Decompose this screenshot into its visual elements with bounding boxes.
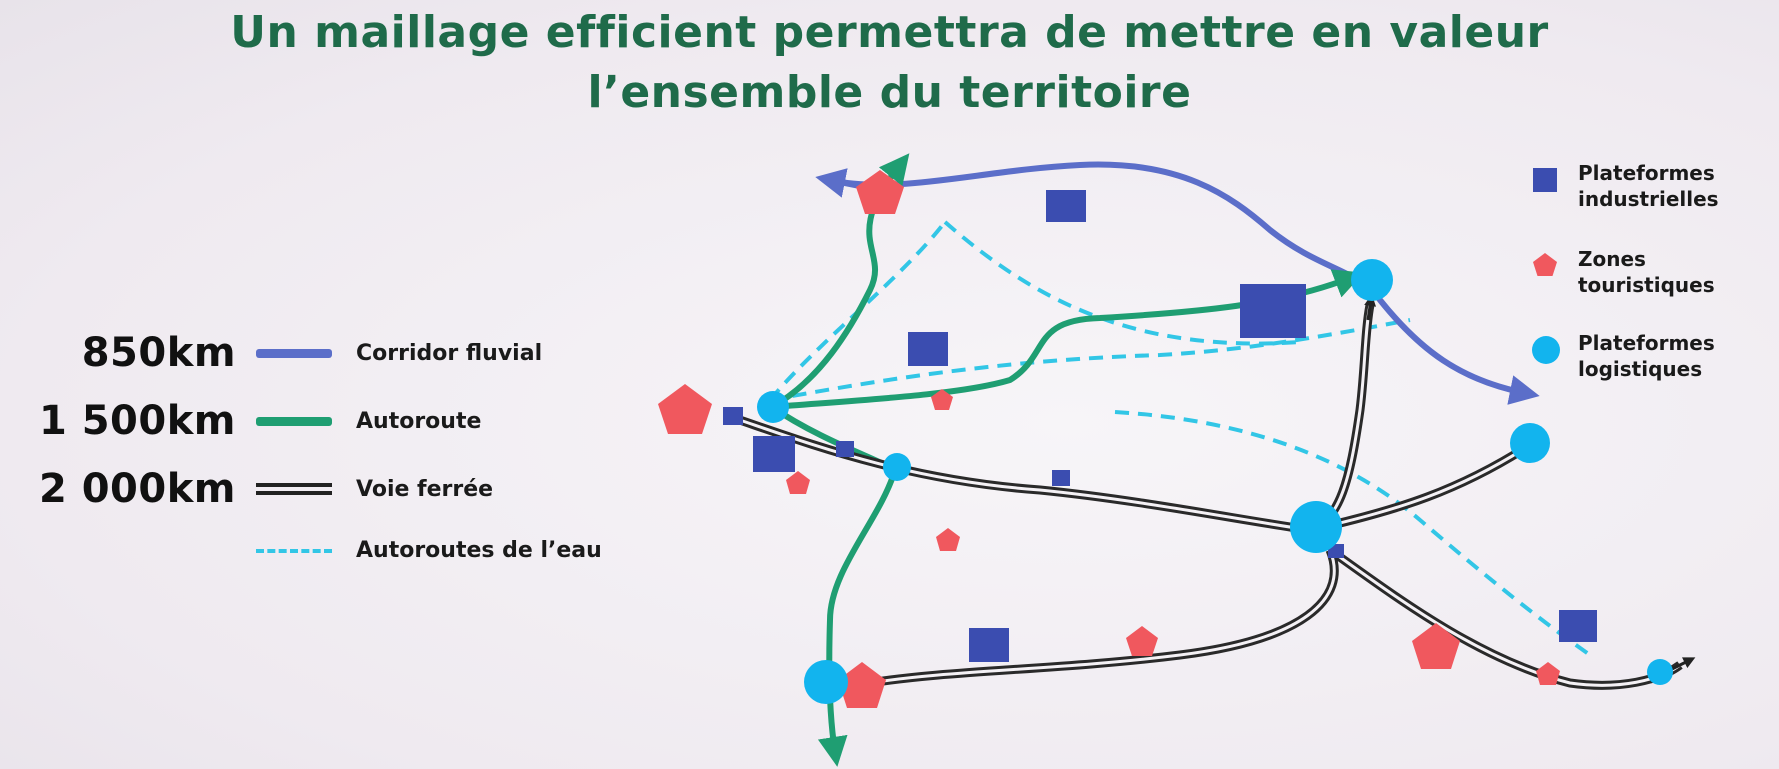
industrial-square	[753, 436, 795, 472]
logistics-circle	[1290, 501, 1342, 553]
industrial-square	[836, 441, 854, 457]
logistics-circle	[757, 391, 789, 423]
industrial-square	[1046, 190, 1086, 222]
logistics-circle	[1647, 659, 1673, 685]
industrial-square	[723, 407, 743, 425]
tourist-pentagon	[786, 471, 810, 494]
network-map	[658, 153, 1696, 767]
industrial-square	[1052, 470, 1070, 486]
logistics-circle	[883, 453, 911, 481]
tourist-pentagon	[1126, 626, 1158, 656]
tourist-pentagon	[856, 170, 904, 214]
logistics-circle	[1510, 423, 1550, 463]
logistics-platforms	[757, 259, 1673, 704]
tourist-pentagon	[1536, 662, 1560, 685]
water-highways	[768, 220, 1592, 657]
tourist-pentagon	[936, 528, 960, 551]
industrial-square	[1240, 284, 1306, 338]
logistics-circle	[804, 660, 848, 704]
industrial-square	[1559, 610, 1597, 642]
industrial-square	[969, 628, 1009, 662]
tourist-pentagon	[658, 384, 712, 434]
water-route-2	[769, 318, 1411, 402]
industrial-platforms	[723, 190, 1597, 662]
industrial-square	[908, 332, 948, 366]
railways	[723, 294, 1696, 690]
logistics-circle	[1351, 259, 1393, 301]
